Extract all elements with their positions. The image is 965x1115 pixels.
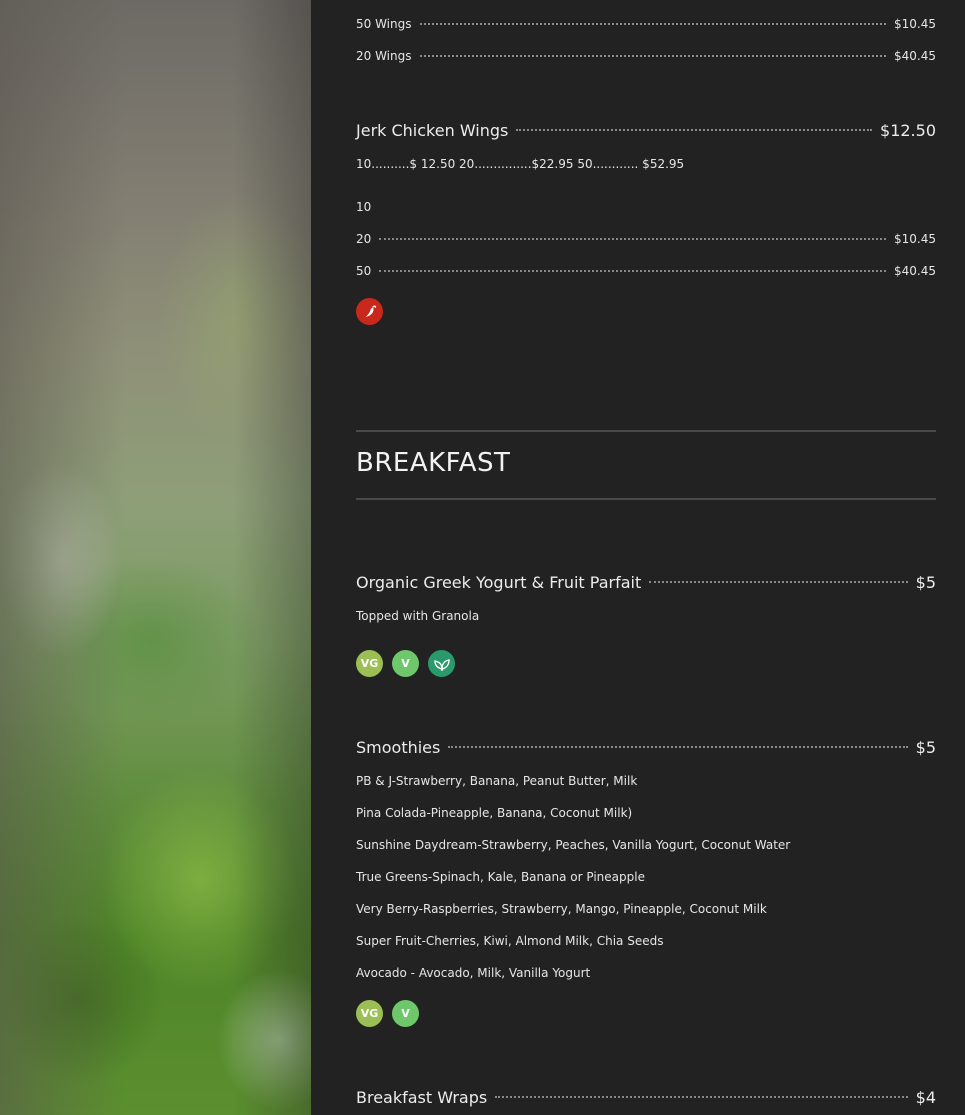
item-description: 10..........$ 12.50 20...............$22… [356, 157, 685, 171]
dot-leader [448, 746, 908, 748]
vegan-badge: VG [356, 1000, 383, 1027]
menu-item-jerk-50: 50 $40.45 [356, 264, 936, 278]
smoothie-line: True Greens-Spinach, Kale, Banana or Pin… [356, 870, 645, 884]
menu-item-parfait: Organic Greek Yogurt & Fruit Parfait $5 [356, 573, 936, 592]
menu-item-50-wings: 50 Wings $10.45 [356, 17, 936, 31]
item-price: $10.45 [894, 17, 936, 31]
vegan-badge: VG [356, 650, 383, 677]
item-name: Smoothies [356, 738, 441, 757]
dot-leader [516, 129, 873, 131]
item-price: $10.45 [894, 232, 936, 246]
leaf-icon [428, 650, 455, 677]
smoothie-line: Sunshine Daydream-Strawberry, Peaches, V… [356, 838, 791, 852]
item-name: 50 Wings [356, 17, 412, 31]
smoothie-line: PB & J-Strawberry, Banana, Peanut Butter… [356, 774, 638, 788]
size-10-label: 10 [356, 200, 372, 214]
item-name: 50 [356, 264, 372, 278]
item-name: Breakfast Wraps [356, 1088, 488, 1107]
photo-shade [0, 0, 311, 1115]
smoothie-line: Super Fruit-Cherries, Kiwi, Almond Milk,… [356, 934, 664, 948]
item-price: $5 [915, 573, 936, 592]
menu-item-smoothies: Smoothies $5 [356, 738, 936, 757]
item-description: Topped with Granola [356, 609, 480, 623]
menu-item-breakfast-wraps: Breakfast Wraps $4 [356, 1088, 936, 1107]
dot-leader [419, 55, 886, 57]
item-name: 20 Wings [356, 49, 412, 63]
dot-leader [419, 23, 886, 25]
section-title: BREAKFAST [356, 448, 511, 478]
menu-item-jerk-chicken-wings: Jerk Chicken Wings $12.50 [356, 121, 936, 140]
vegetarian-badge: V [392, 650, 419, 677]
smoothie-line: Pina Colada-Pineapple, Banana, Coconut M… [356, 806, 633, 820]
item-name: Organic Greek Yogurt & Fruit Parfait [356, 573, 642, 592]
section-divider-bottom [356, 498, 936, 500]
menu-item-jerk-20: 20 $10.45 [356, 232, 936, 246]
item-name: Jerk Chicken Wings [356, 121, 509, 140]
item-price: $40.45 [894, 49, 936, 63]
smoothie-line: Avocado - Avocado, Milk, Vanilla Yogurt [356, 966, 591, 980]
item-price: $12.50 [880, 121, 936, 140]
menu-item-20-wings: 20 Wings $40.45 [356, 49, 936, 63]
dot-leader [379, 238, 886, 240]
menu-content: 50 Wings $10.45 20 Wings $40.45 Jerk Chi… [356, 0, 936, 1115]
item-name: 20 [356, 232, 372, 246]
item-price: $5 [915, 738, 936, 757]
dot-leader [379, 270, 886, 272]
item-price: $4 [915, 1088, 936, 1107]
chili-pepper-icon [356, 298, 383, 325]
dot-leader [649, 581, 908, 583]
dot-leader [495, 1096, 908, 1098]
item-price: $40.45 [894, 264, 936, 278]
section-divider-top [356, 430, 936, 432]
smoothie-line: Very Berry-Raspberries, Strawberry, Mang… [356, 902, 767, 916]
vegetarian-badge: V [392, 1000, 419, 1027]
